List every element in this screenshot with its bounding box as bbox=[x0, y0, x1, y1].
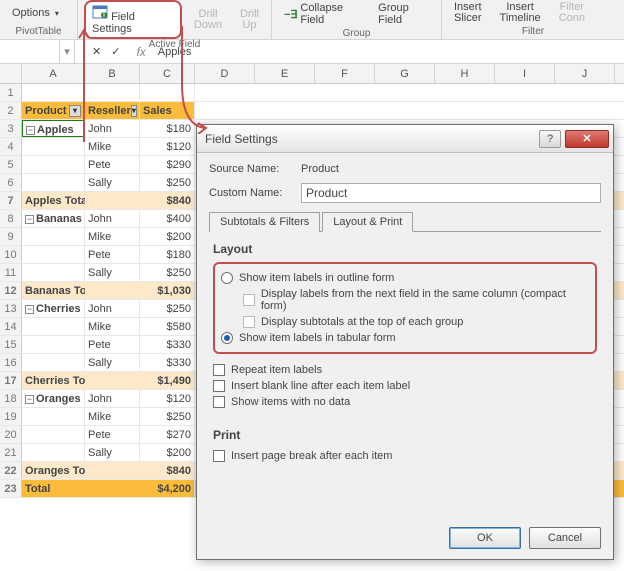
dialog-close-button[interactable]: ✕ bbox=[565, 130, 609, 148]
filter-connections-button: FilterConn bbox=[553, 0, 591, 26]
formula-value[interactable]: Apples bbox=[152, 46, 624, 58]
collapse-field-button[interactable]: −∃ Collapse Field bbox=[278, 0, 366, 28]
collapse-icon[interactable]: − bbox=[25, 395, 34, 404]
ribbon-group-filter: Filter bbox=[448, 26, 618, 39]
checkbox-blank-line[interactable] bbox=[213, 380, 225, 392]
dialog-help-button[interactable]: ? bbox=[539, 130, 561, 148]
field-settings-button[interactable]: i Field Settings bbox=[84, 0, 182, 39]
tab-layout-print[interactable]: Layout & Print bbox=[322, 212, 413, 232]
custom-name-input[interactable] bbox=[301, 183, 601, 203]
cancel-icon[interactable]: ✕ bbox=[92, 45, 101, 58]
collapse-icon[interactable]: − bbox=[26, 126, 35, 135]
dialog-title: Field Settings bbox=[205, 132, 539, 146]
tab-subtotals-filters[interactable]: Subtotals & Filters bbox=[209, 212, 320, 232]
radio-tabular-form[interactable] bbox=[221, 332, 233, 344]
layout-section-label: Layout bbox=[213, 242, 597, 256]
field-settings-dialog: Field Settings ? ✕ Source Name: Product … bbox=[196, 124, 614, 560]
column-headers: A B C D E F G H I J bbox=[0, 64, 624, 84]
ok-button[interactable]: OK bbox=[449, 527, 521, 549]
group-field-button: Group Field bbox=[372, 0, 435, 28]
checkbox-repeat-labels[interactable] bbox=[213, 364, 225, 376]
name-box[interactable] bbox=[0, 40, 60, 63]
collapse-icon[interactable]: − bbox=[25, 305, 34, 314]
custom-name-label: Custom Name: bbox=[209, 187, 295, 199]
cancel-button[interactable]: Cancel bbox=[529, 527, 601, 549]
checkbox-show-no-data[interactable] bbox=[213, 396, 225, 408]
collapse-icon[interactable]: − bbox=[25, 215, 34, 224]
fx-icon[interactable]: fx bbox=[136, 45, 145, 59]
source-name-value: Product bbox=[301, 163, 339, 175]
ribbon-group-group: Group bbox=[278, 28, 435, 41]
checkbox-page-break[interactable] bbox=[213, 450, 225, 462]
enter-icon[interactable]: ✓ bbox=[111, 45, 120, 58]
ribbon-group-pivottable: PivotTable bbox=[6, 26, 71, 39]
source-name-label: Source Name: bbox=[209, 163, 295, 175]
insert-timeline-button[interactable]: InsertTimeline bbox=[494, 0, 547, 26]
filter-dropdown-product[interactable]: ▾ bbox=[69, 105, 81, 117]
options-button[interactable]: Options▾ bbox=[6, 5, 65, 21]
drill-down-button: DrillDown bbox=[188, 7, 228, 33]
insert-slicer-button[interactable]: InsertSlicer bbox=[448, 0, 488, 26]
drill-up-button: DrillUp bbox=[234, 7, 265, 33]
checkbox-compact-form bbox=[243, 294, 255, 306]
checkbox-subtotals-top bbox=[243, 316, 255, 328]
filter-dropdown-reseller[interactable]: ▾ bbox=[131, 105, 137, 117]
print-section-label: Print bbox=[213, 428, 597, 442]
radio-outline-form[interactable] bbox=[221, 272, 233, 284]
layout-highlight-box: Show item labels in outline form Display… bbox=[213, 262, 597, 354]
field-settings-icon: i bbox=[92, 4, 108, 20]
svg-text:i: i bbox=[103, 8, 105, 20]
